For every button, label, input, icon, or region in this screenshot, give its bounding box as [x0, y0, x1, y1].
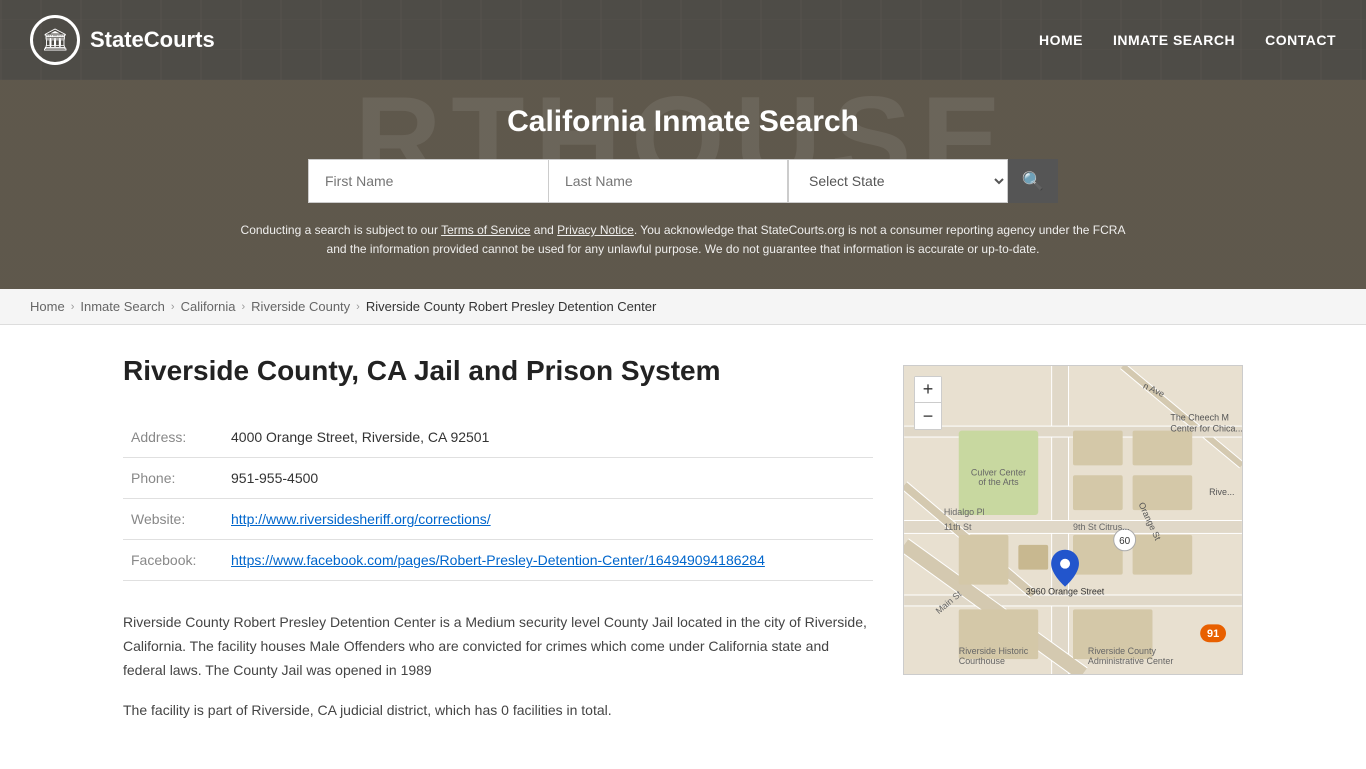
svg-text:Center for Chica...: Center for Chica... [1170, 424, 1242, 434]
svg-text:Riverside County: Riverside County [1088, 647, 1157, 657]
map-container: 91 60 3960 Orange Street Culver Center o… [903, 365, 1243, 675]
hero-section: RTHOUSE California Inmate Search Select … [0, 80, 1366, 289]
header: 🏛 StateCourts HOME INMATE SEARCH CONTACT [0, 0, 1366, 80]
table-row-facebook: Facebook: https://www.facebook.com/pages… [123, 540, 873, 581]
website-value: http://www.riversidesheriff.org/correcti… [223, 499, 873, 540]
search-button[interactable]: 🔍 [1008, 159, 1058, 203]
content-left: Riverside County, CA Jail and Prison Sys… [123, 355, 873, 738]
svg-text:Rive...: Rive... [1209, 488, 1234, 498]
table-row-address: Address: 4000 Orange Street, Riverside, … [123, 417, 873, 458]
phone-label: Phone: [123, 458, 223, 499]
breadcrumb-california[interactable]: California [181, 299, 236, 314]
website-link[interactable]: http://www.riversidesheriff.org/correcti… [231, 511, 491, 527]
phone-value: 951-955-4500 [223, 458, 873, 499]
info-table: Address: 4000 Orange Street, Riverside, … [123, 417, 873, 581]
address-value: 4000 Orange Street, Riverside, CA 92501 [223, 417, 873, 458]
description-section: Riverside County Robert Presley Detentio… [123, 611, 873, 722]
breadcrumb-home[interactable]: Home [30, 299, 65, 314]
map-controls: + − [914, 376, 942, 430]
logo-area: 🏛 StateCourts [30, 15, 215, 65]
privacy-link[interactable]: Privacy Notice [557, 223, 634, 237]
table-row-website: Website: http://www.riversidesheriff.org… [123, 499, 873, 540]
facebook-link[interactable]: https://www.facebook.com/pages/Robert-Pr… [231, 552, 765, 568]
svg-text:60: 60 [1119, 536, 1131, 547]
terms-link[interactable]: Terms of Service [441, 223, 530, 237]
hero-title: California Inmate Search [20, 105, 1346, 139]
svg-text:Courthouse: Courthouse [959, 656, 1005, 666]
nav-contact[interactable]: CONTACT [1265, 32, 1336, 48]
facebook-label: Facebook: [123, 540, 223, 581]
first-name-input[interactable] [308, 159, 548, 203]
svg-text:91: 91 [1207, 629, 1219, 641]
website-label: Website: [123, 499, 223, 540]
breadcrumb: Home › Inmate Search › California › Rive… [0, 289, 1366, 325]
svg-text:3960 Orange Street: 3960 Orange Street [1026, 587, 1105, 597]
svg-text:11th St: 11th St [944, 522, 972, 532]
facebook-value: https://www.facebook.com/pages/Robert-Pr… [223, 540, 873, 581]
svg-text:Hidalgo Pl: Hidalgo Pl [944, 507, 985, 517]
search-bar: Select StateCaliforniaTexasFloridaNew Yo… [20, 159, 1346, 203]
svg-text:of the Arts: of the Arts [978, 478, 1019, 488]
content-right: 91 60 3960 Orange Street Culver Center o… [903, 355, 1243, 738]
breadcrumb-current: Riverside County Robert Presley Detentio… [366, 299, 656, 314]
page-title: Riverside County, CA Jail and Prison Sys… [123, 355, 873, 387]
table-row-phone: Phone: 951-955-4500 [123, 458, 873, 499]
main-container: Riverside County, CA Jail and Prison Sys… [83, 325, 1283, 768]
logo-text: StateCourts [90, 27, 215, 53]
breadcrumb-sep-4: › [356, 301, 360, 313]
map-zoom-out[interactable]: − [915, 403, 941, 429]
description-para-2: The facility is part of Riverside, CA ju… [123, 699, 873, 723]
state-select[interactable]: Select StateCaliforniaTexasFloridaNew Yo… [788, 159, 1008, 203]
svg-text:9th St Citrus...: 9th St Citrus... [1073, 522, 1130, 532]
main-nav: HOME INMATE SEARCH CONTACT [1039, 32, 1336, 48]
svg-text:Riverside Historic: Riverside Historic [959, 647, 1029, 657]
svg-text:Culver Center: Culver Center [971, 468, 1026, 478]
svg-text:The Cheech M: The Cheech M [1170, 413, 1229, 423]
nav-inmate-search[interactable]: INMATE SEARCH [1113, 32, 1235, 48]
map-svg: 91 60 3960 Orange Street Culver Center o… [904, 366, 1242, 674]
last-name-input[interactable] [548, 159, 788, 203]
breadcrumb-inmate-search[interactable]: Inmate Search [80, 299, 165, 314]
nav-home[interactable]: HOME [1039, 32, 1083, 48]
description-para-1: Riverside County Robert Presley Detentio… [123, 611, 873, 682]
map-zoom-in[interactable]: + [915, 377, 941, 403]
logo-icon: 🏛 [30, 15, 80, 65]
search-icon: 🔍 [1022, 171, 1044, 192]
svg-text:Administrative Center: Administrative Center [1088, 656, 1173, 666]
address-label: Address: [123, 417, 223, 458]
breadcrumb-sep-3: › [242, 301, 246, 313]
breadcrumb-riverside-county[interactable]: Riverside County [251, 299, 350, 314]
disclaimer-text: Conducting a search is subject to our Te… [233, 221, 1133, 259]
breadcrumb-sep-2: › [171, 301, 175, 313]
breadcrumb-sep-1: › [71, 301, 75, 313]
